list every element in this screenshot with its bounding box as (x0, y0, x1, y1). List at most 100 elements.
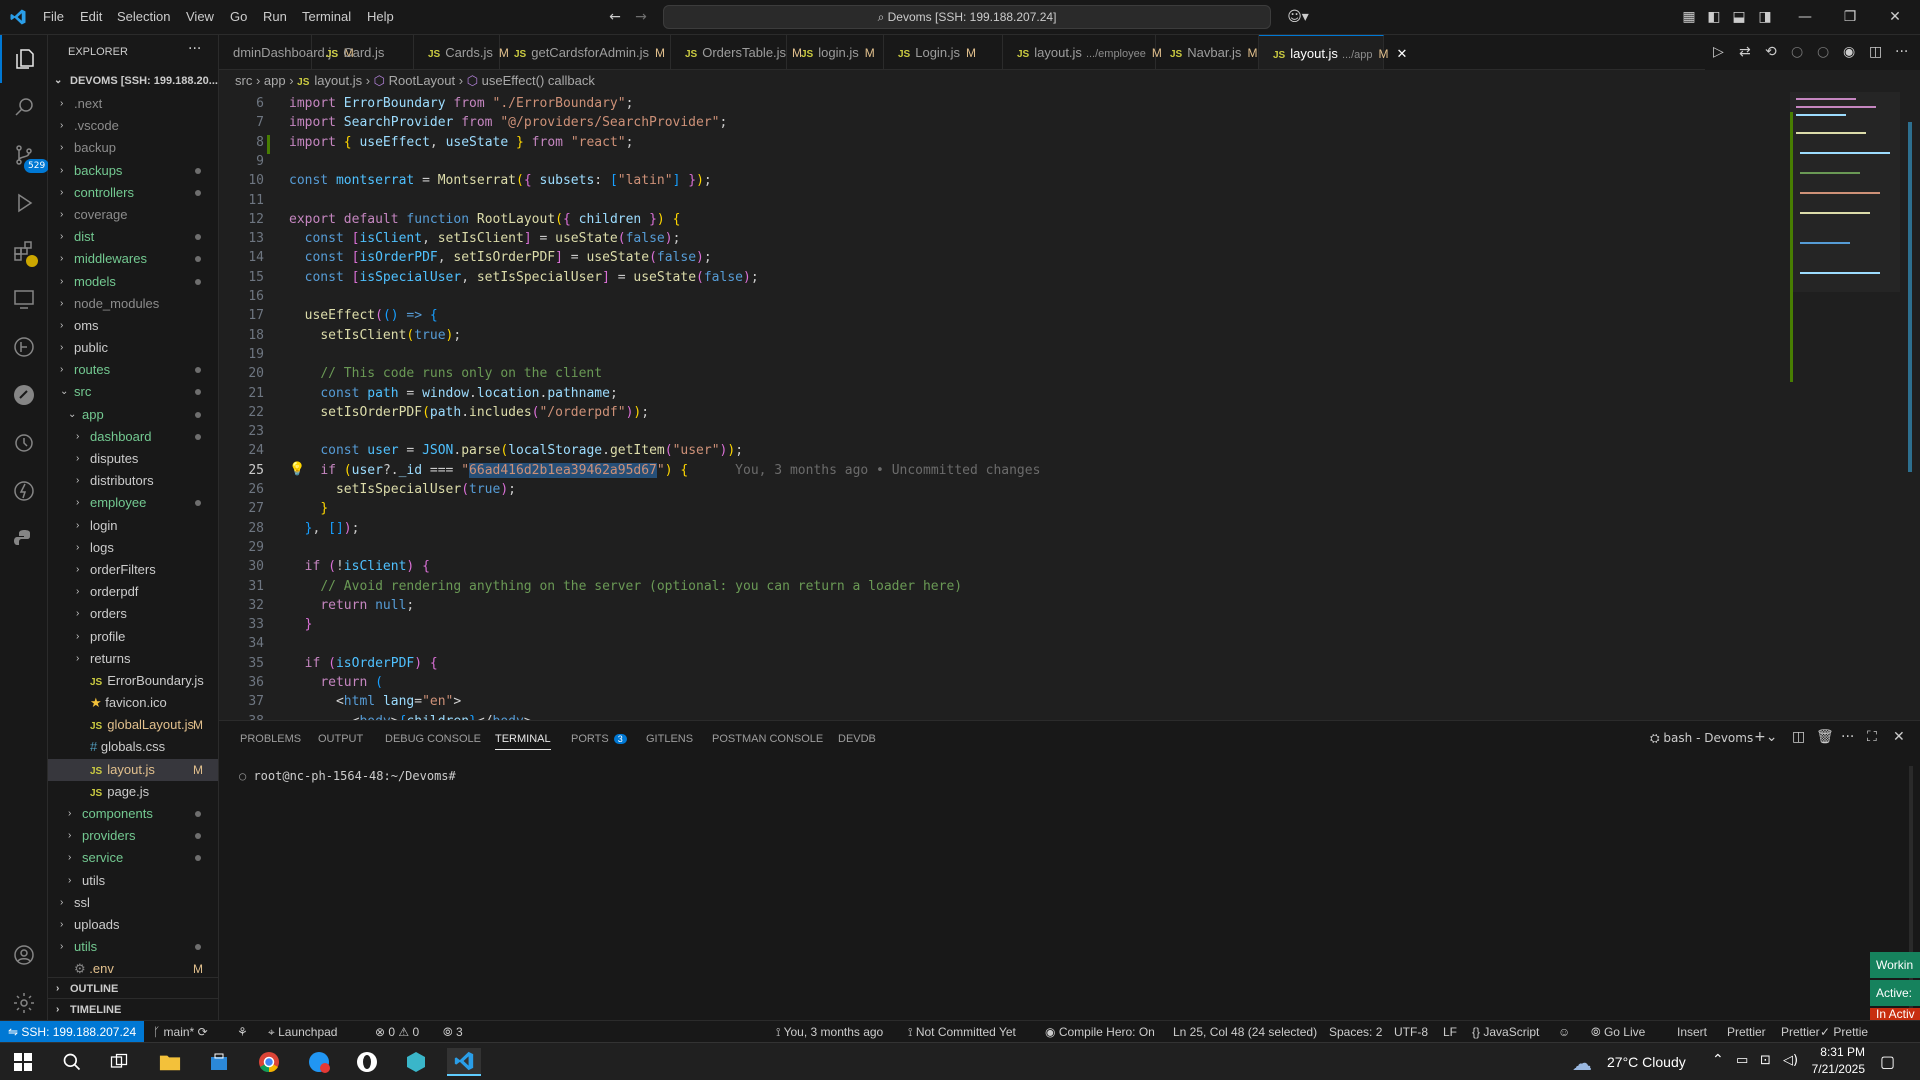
code-line[interactable]: setIsOrderPDF(path.includes("/orderpdf")… (289, 405, 649, 420)
tree-item[interactable]: › orderpdf (48, 581, 218, 603)
tree-item[interactable]: › uploads (48, 914, 218, 936)
code-line[interactable]: } (289, 617, 313, 632)
code-line[interactable]: const user = JSON.parse(localStorage.get… (289, 443, 743, 458)
toggle-panel-icon[interactable]: ⬓ (1730, 8, 1748, 26)
lightbulb-icon[interactable]: 💡 (289, 462, 305, 477)
new-terminal-icon[interactable]: +⌄ (1754, 729, 1777, 745)
run-debug-icon[interactable] (0, 179, 48, 227)
timeline-activity-icon[interactable] (0, 419, 48, 467)
remote-indicator[interactable]: ⇋ SSH: 199.188.207.24 (0, 1021, 144, 1043)
tree-item[interactable]: › public (48, 337, 218, 359)
close-window-icon[interactable]: ✕ (1886, 8, 1904, 26)
toggle-sidebar-icon[interactable]: ◧ (1705, 8, 1723, 26)
breadcrumb-callback[interactable]: useEffect() callback (482, 73, 595, 88)
forward-arrow-icon[interactable]: → (632, 8, 650, 26)
scrollbar-thumb[interactable] (1908, 122, 1912, 472)
clock-time[interactable]: 8:31 PM (1813, 1045, 1865, 1059)
menu-help[interactable]: Help (367, 9, 394, 24)
tree-item[interactable]: › middlewares (48, 248, 218, 270)
tree-item[interactable]: JS layout.js M (48, 758, 218, 781)
taskbar-search-icon[interactable] (55, 1048, 89, 1076)
go-live-button[interactable]: ⦾ Go Live (1591, 1025, 1645, 1040)
chevron-up-icon[interactable]: ⌃ (1712, 1052, 1724, 1068)
tree-item[interactable]: › models (48, 271, 218, 293)
tree-item[interactable]: › coverage (48, 204, 218, 226)
insert-mode[interactable]: Insert (1677, 1025, 1707, 1039)
tree-item[interactable]: › backup (48, 137, 218, 159)
selected-text[interactable]: 66ad416d2b1ea39462a95d67 (469, 462, 657, 478)
outline-section[interactable]: › OUTLINE (48, 977, 218, 999)
breadcrumb-function[interactable]: RootLayout (389, 73, 456, 88)
tree-item[interactable]: › providers (48, 825, 218, 847)
tree-item[interactable]: › components (48, 803, 218, 825)
tree-item[interactable]: › utils (48, 870, 218, 892)
editor-more-icon[interactable]: ··· (1895, 35, 1908, 70)
code-line[interactable]: useEffect(() => { (289, 308, 438, 323)
panel-more-icon[interactable]: ··· (1841, 729, 1854, 745)
tree-item[interactable]: › routes (48, 359, 218, 381)
prev-change-icon[interactable]: ○ (1791, 35, 1803, 70)
panel-tab[interactable]: PROBLEMS (240, 733, 301, 745)
notification-working[interactable]: Workin (1870, 952, 1920, 978)
panel-tab[interactable]: DEVDB (838, 733, 876, 745)
compile-hero-indicator[interactable]: ◉ Compile Hero: On (1045, 1025, 1155, 1039)
cloudy-weather-icon[interactable]: ☁ (1572, 1051, 1592, 1075)
menu-edit[interactable]: Edit (80, 9, 102, 24)
code-line[interactable]: const montserrat = Montserrat({ subsets:… (289, 173, 712, 188)
code-line[interactable]: } (289, 501, 328, 516)
notification-active[interactable]: Active: (1870, 980, 1920, 1006)
code-line[interactable]: import SearchProvider from "@/providers/… (289, 115, 727, 130)
panel-tab[interactable]: DEBUG CONSOLE (385, 733, 481, 745)
vscode-taskbar-icon[interactable] (447, 1048, 481, 1076)
tree-item[interactable]: › utils (48, 936, 218, 958)
minimize-icon[interactable]: — (1796, 8, 1814, 26)
ports-indicator[interactable]: ⦾ 3 (443, 1025, 463, 1040)
editor-tab[interactable]: JS layout.js .../employee M (1003, 35, 1162, 69)
microsoft-store-icon[interactable] (202, 1048, 236, 1076)
clock-date[interactable]: 7/21/2025 (1807, 1062, 1865, 1076)
code-line[interactable]: import { useEffect, useState } from "rea… (289, 135, 633, 150)
commit-indicator[interactable]: ⟟ Not Committed Yet (908, 1025, 1016, 1040)
code-line[interactable]: if (isOrderPDF) { (289, 656, 438, 671)
tree-item[interactable]: # globals.css (48, 736, 218, 758)
terminal-selector[interactable]: ⛭ bash - Devoms (1650, 731, 1753, 746)
tree-item[interactable]: › login (48, 515, 218, 537)
gitlens-icon[interactable] (0, 323, 48, 371)
tree-item[interactable]: ⌄ src (48, 381, 218, 403)
code-editor[interactable]: 6 import ErrorBoundary from "./ErrorBound… (219, 92, 1779, 720)
chrome-icon[interactable] (252, 1048, 286, 1076)
menu-selection[interactable]: Selection (117, 9, 170, 24)
tree-item[interactable]: › logs (48, 537, 218, 559)
editor-tab[interactable]: dminDashboard.js M (219, 35, 354, 69)
copilot-status-icon[interactable]: ☺ (1558, 1025, 1570, 1039)
code-line[interactable]: const [isClient, setIsClient] = useState… (289, 231, 681, 246)
graph-icon[interactable]: ⚘ (237, 1025, 248, 1039)
code-line[interactable]: if (!isClient) { (289, 559, 430, 574)
editor-tab[interactable]: JS Login.js M (884, 35, 1003, 69)
vscode-logo-icon[interactable] (9, 8, 27, 26)
run-file-icon[interactable]: ▷ (1713, 35, 1724, 70)
close-tab-icon[interactable]: ✕ (1397, 46, 1408, 61)
search-activity-icon[interactable] (0, 83, 48, 131)
tree-item[interactable]: › orders (48, 603, 218, 625)
terminal-scrollbar[interactable] (1909, 766, 1913, 1016)
menu-terminal[interactable]: Terminal (302, 9, 351, 24)
code-line[interactable]: }, []); (289, 521, 360, 536)
tray-app-icon[interactable]: ▭ (1736, 1053, 1748, 1068)
blame-indicator[interactable]: ⟟ You, 3 months ago (776, 1025, 883, 1040)
launchpad-indicator[interactable]: ⌖ Launchpad (268, 1025, 337, 1040)
tree-item[interactable]: › .vscode (48, 115, 218, 137)
tree-item[interactable]: › service (48, 847, 218, 869)
zoho-cliq-icon[interactable] (302, 1048, 336, 1076)
code-line[interactable]: import ErrorBoundary from "./ErrorBounda… (289, 96, 633, 111)
task-view-icon[interactable] (102, 1048, 136, 1076)
notifications-icon[interactable]: ▢ (1880, 1052, 1895, 1071)
tree-item[interactable]: › distributors (48, 470, 218, 492)
notification-inactive[interactable]: In Activ (1870, 1008, 1920, 1020)
code-line[interactable]: // This code runs only on the client (289, 366, 602, 381)
split-editor-icon[interactable]: ◫ (1869, 35, 1882, 70)
file-explorer-icon[interactable] (153, 1048, 187, 1076)
tree-item[interactable]: › disputes (48, 448, 218, 470)
network-icon[interactable]: ⊡ (1760, 1053, 1771, 1068)
tree-item[interactable]: › oms (48, 315, 218, 337)
